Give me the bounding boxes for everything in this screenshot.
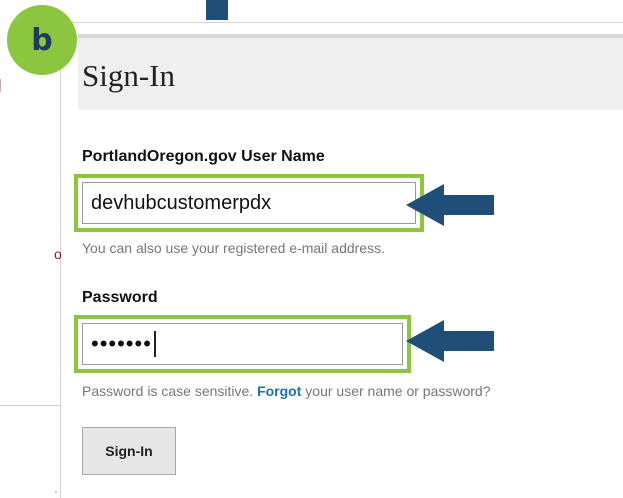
top-marker bbox=[206, 0, 228, 20]
page-title: Sign-In bbox=[82, 58, 175, 93]
left-divider bbox=[0, 405, 60, 406]
arrow-left-icon bbox=[406, 320, 494, 362]
password-highlight: ••••••• bbox=[74, 315, 411, 373]
sign-in-button[interactable]: Sign-In bbox=[82, 427, 176, 475]
password-value: ••••••• bbox=[91, 331, 152, 356]
step-badge: b bbox=[7, 5, 77, 75]
text-cursor bbox=[153, 331, 156, 357]
password-field[interactable]: ••••••• bbox=[82, 323, 403, 365]
username-value: devhubcustomerpdx bbox=[91, 191, 272, 214]
forgot-link[interactable]: Forgot bbox=[257, 383, 301, 399]
left-fragment-bar: | bbox=[0, 76, 2, 92]
password-hint: Password is case sensitive. Forgot your … bbox=[82, 383, 491, 399]
top-border bbox=[60, 22, 623, 23]
arrow-left-icon bbox=[406, 184, 494, 226]
username-highlight: devhubcustomerpdx bbox=[74, 174, 424, 232]
password-label: Password bbox=[82, 289, 158, 306]
username-label: PortlandOregon.gov User Name bbox=[82, 148, 325, 165]
left-fragment-dot: . bbox=[54, 480, 58, 496]
left-fragment-letter: o bbox=[54, 246, 62, 262]
password-hint-tail: your user name or password? bbox=[301, 383, 491, 399]
username-field[interactable]: devhubcustomerpdx bbox=[82, 182, 416, 224]
username-hint: You can also use your registered e-mail … bbox=[82, 240, 385, 256]
password-hint-text: Password is case sensitive. bbox=[82, 383, 258, 399]
